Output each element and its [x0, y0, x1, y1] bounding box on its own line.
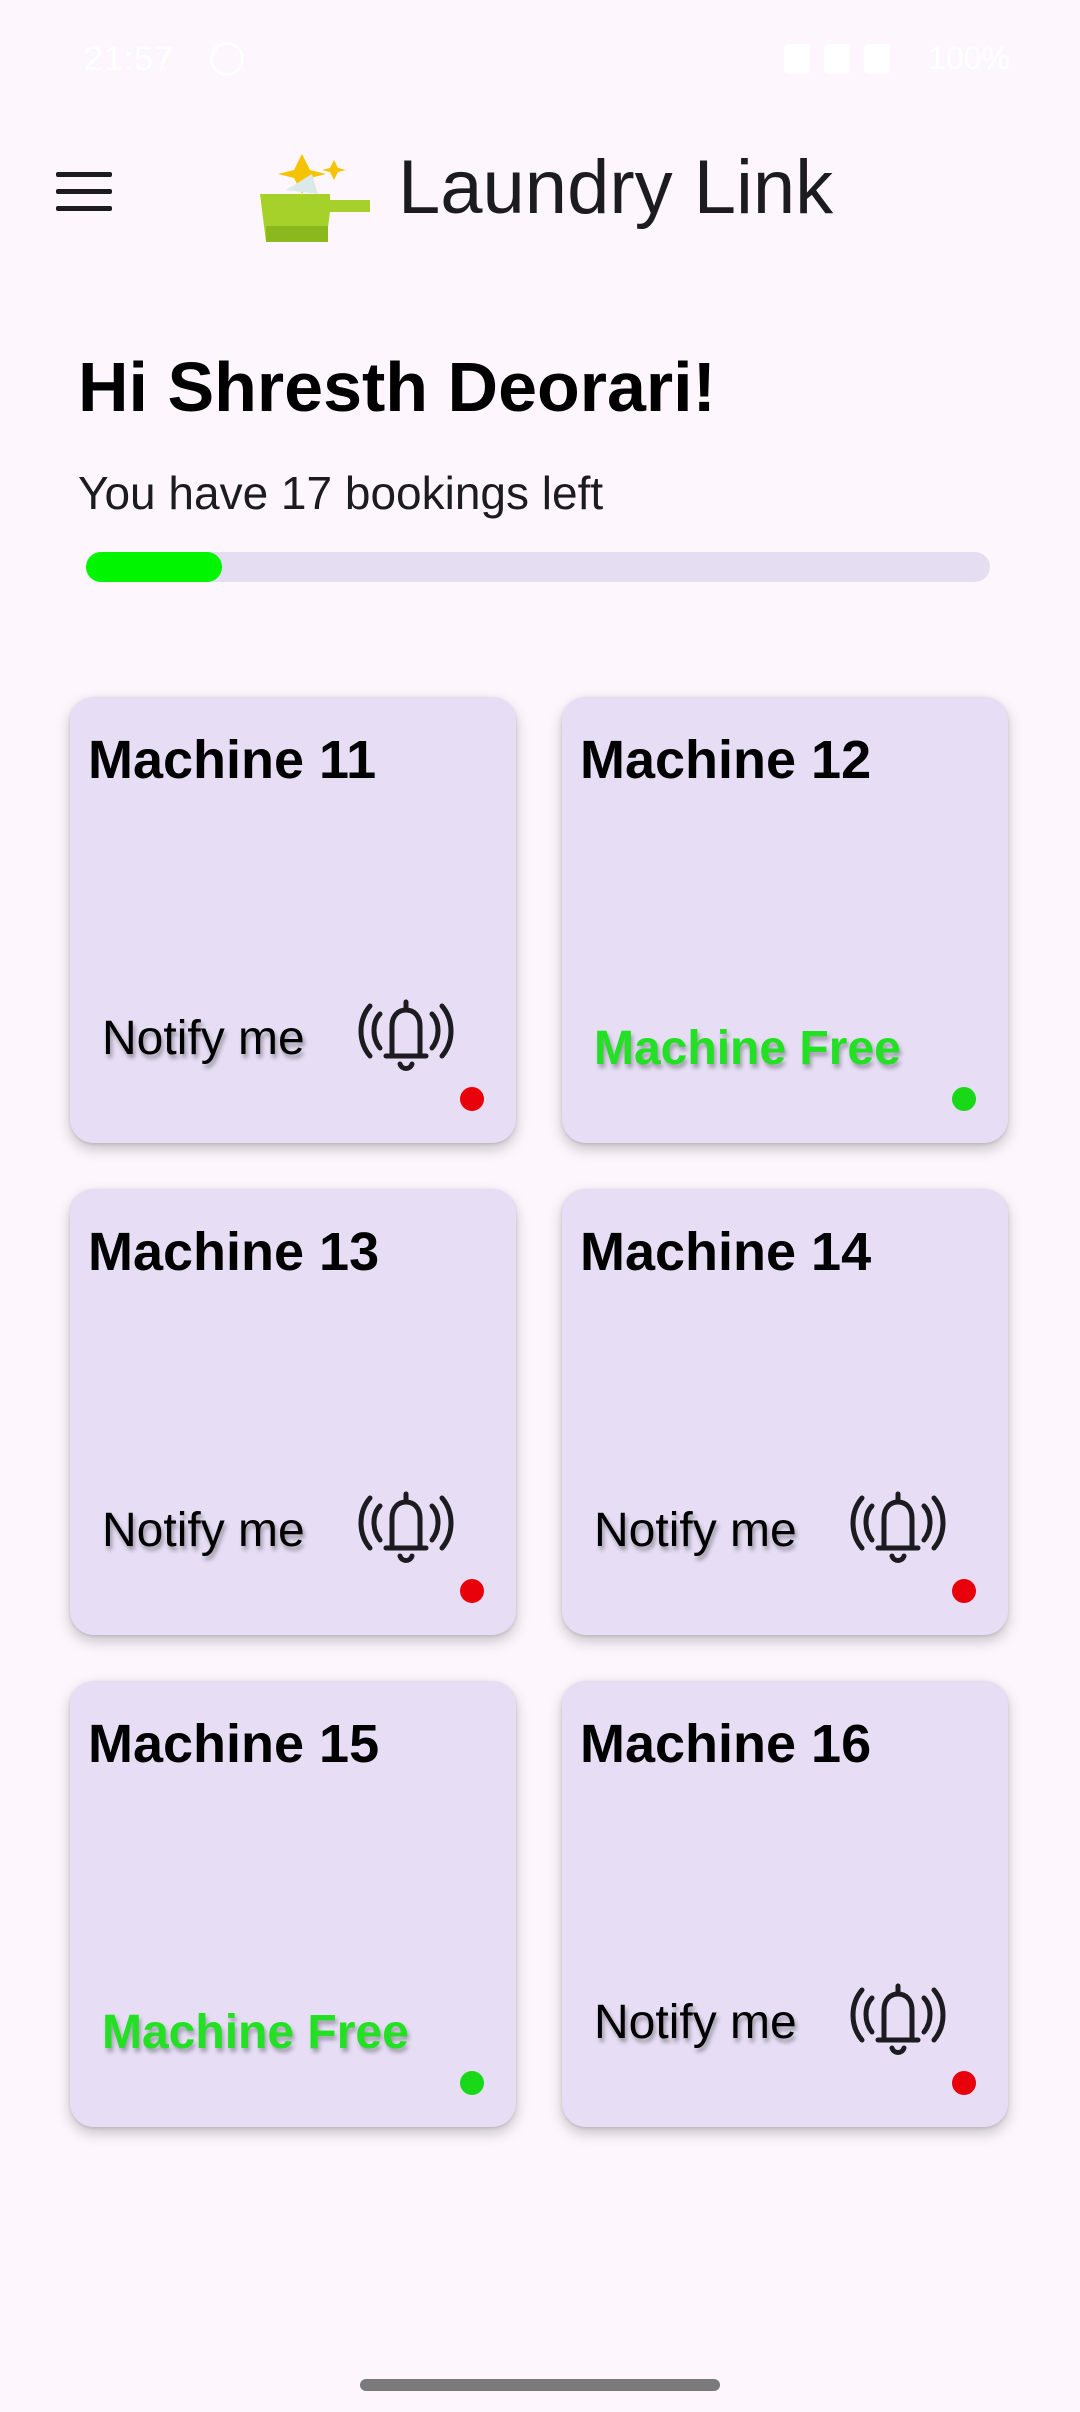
vibrate-icon — [784, 44, 810, 74]
home-indicator[interactable] — [360, 2379, 720, 2391]
machine-card[interactable]: Machine 11 Notify me — [70, 697, 516, 1143]
status-dot-busy — [952, 2071, 976, 2095]
status-dot-busy — [952, 1579, 976, 1603]
signal-icon — [864, 44, 890, 74]
machine-card[interactable]: Machine 14 Notify me — [562, 1189, 1008, 1635]
whatsapp-icon — [210, 42, 244, 76]
bell-ringing-icon[interactable] — [358, 992, 454, 1078]
machine-name: Machine 11 — [88, 730, 377, 790]
machine-name: Machine 14 — [580, 1222, 872, 1282]
machine-card[interactable]: Machine 12 Machine Free — [562, 697, 1008, 1143]
machine-name: Machine 15 — [88, 1714, 380, 1774]
status-bar: 21:57 100% — [0, 0, 1080, 120]
machine-free-label: Machine Free — [594, 1022, 901, 1075]
laundry-detergent-icon — [260, 154, 370, 242]
greeting-heading: Hi Shresth Deorari! — [78, 348, 716, 426]
status-time: 21:57 — [84, 40, 175, 78]
app-title: Laundry Link — [398, 145, 834, 230]
battery-level: 100% — [928, 40, 1010, 76]
bell-ringing-icon[interactable] — [358, 1484, 454, 1570]
menu-icon[interactable] — [56, 172, 112, 212]
machine-card[interactable]: Machine 13 Notify me — [70, 1189, 516, 1635]
bottom-area — [0, 2148, 1080, 2412]
machine-grid: Machine 11 Notify me Machine 12 Machine … — [70, 697, 1010, 2127]
notify-me-label[interactable]: Notify me — [594, 1507, 797, 1555]
machine-name: Machine 12 — [580, 730, 872, 790]
wifi-icon — [824, 44, 850, 74]
bookings-left-text: You have 17 bookings left — [78, 467, 604, 519]
notify-me-label[interactable]: Notify me — [102, 1015, 305, 1063]
bell-ringing-icon[interactable] — [850, 1976, 946, 2062]
notify-me-label[interactable]: Notify me — [594, 1999, 797, 2047]
machine-card[interactable]: Machine 16 Notify me — [562, 1681, 1008, 2127]
machine-name: Machine 16 — [580, 1714, 872, 1774]
machine-card[interactable]: Machine 15 Machine Free — [70, 1681, 516, 2127]
notify-me-label[interactable]: Notify me — [102, 1507, 305, 1555]
app-bar: Laundry Link — [0, 120, 1080, 260]
bell-ringing-icon[interactable] — [850, 1484, 946, 1570]
status-dot-busy — [460, 1087, 484, 1111]
status-dot-free — [952, 1087, 976, 1111]
status-icons — [784, 44, 890, 74]
machine-free-label: Machine Free — [102, 2006, 409, 2059]
bookings-progress-fill — [86, 552, 222, 582]
status-dot-free — [460, 2071, 484, 2095]
bookings-progress-bar — [86, 552, 990, 582]
status-dot-busy — [460, 1579, 484, 1603]
machine-name: Machine 13 — [88, 1222, 380, 1282]
